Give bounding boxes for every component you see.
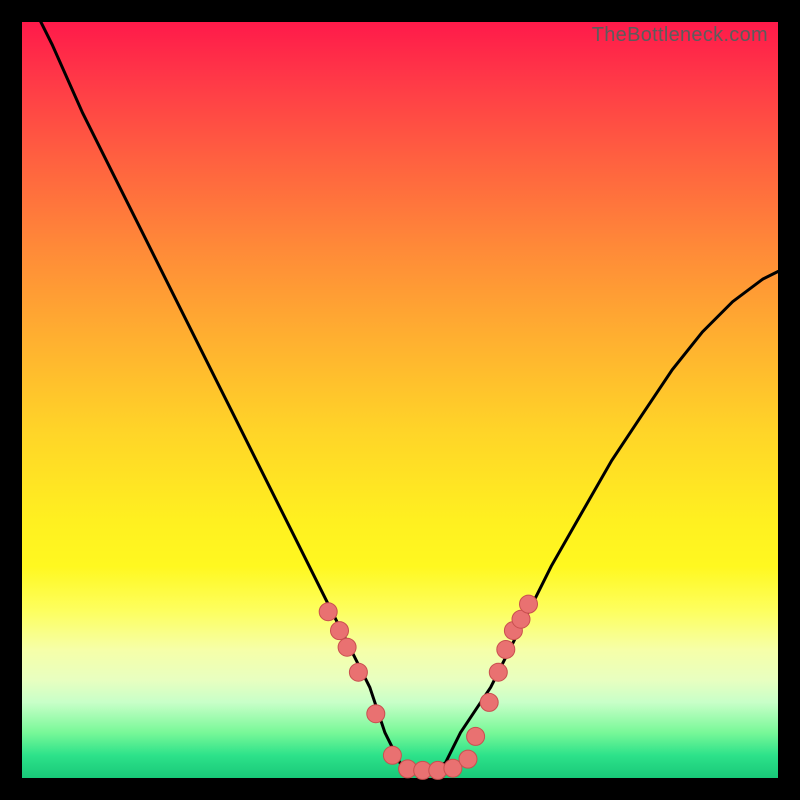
data-marker xyxy=(520,595,538,613)
data-marker xyxy=(331,622,349,640)
data-marker xyxy=(480,693,498,711)
data-marker xyxy=(489,663,507,681)
plot-area: TheBottleneck.com xyxy=(22,22,778,778)
data-marker xyxy=(467,727,485,745)
data-marker xyxy=(367,705,385,723)
data-marker xyxy=(349,663,367,681)
data-marker xyxy=(319,603,337,621)
curve-svg xyxy=(22,22,778,778)
bottleneck-curve xyxy=(22,0,778,770)
data-marker xyxy=(383,746,401,764)
data-marker xyxy=(338,638,356,656)
data-marker xyxy=(497,641,515,659)
chart-frame: TheBottleneck.com xyxy=(0,0,800,800)
marker-group xyxy=(319,595,537,779)
data-marker xyxy=(459,750,477,768)
